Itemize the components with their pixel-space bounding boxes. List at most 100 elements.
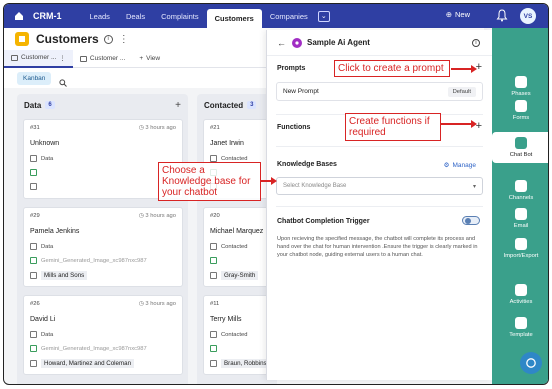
phases-icon: [515, 76, 527, 88]
home-icon[interactable]: [13, 10, 25, 22]
add-card-button[interactable]: +: [175, 100, 181, 111]
nav-tab-companies[interactable]: Companies: [262, 4, 316, 28]
select-placeholder: Select Knowledge Base: [283, 183, 347, 189]
card-status: Data: [30, 155, 53, 162]
building-icon: [30, 272, 37, 279]
nav-tab-complaints[interactable]: Complaints: [153, 4, 207, 28]
column-header: Contacted 3: [197, 94, 277, 116]
card-file: [30, 169, 37, 176]
forms-icon: [515, 100, 527, 112]
kebab-menu-icon[interactable]: ⋮: [59, 54, 66, 62]
plus-icon: +: [139, 55, 144, 62]
trigger-description: Upon recieving the specified message, th…: [277, 236, 478, 259]
card-name: Pamela Jenkins: [30, 228, 80, 235]
manage-link[interactable]: ⚙ Manage: [444, 161, 476, 170]
card-time: ◷ 3 hours ago: [138, 301, 176, 307]
tab-view-customers-1[interactable]: Customer ... ⋮: [4, 49, 73, 68]
card-name: David Li: [30, 316, 56, 323]
image-icon: [210, 257, 217, 264]
ai-agent-panel: ← Sample Ai Agent i Prompts + New Prompt…: [266, 30, 492, 380]
tab-view-customers-2[interactable]: Customer ...: [73, 50, 132, 68]
info-icon[interactable]: i: [472, 39, 480, 47]
search-icon[interactable]: [59, 74, 68, 87]
template-icon: [515, 317, 527, 329]
card-status: Contacted: [210, 331, 247, 338]
bell-icon[interactable]: [496, 9, 508, 22]
card-status: Contacted: [210, 155, 247, 162]
card-file[interactable]: Gemini_Generated_Image_xc987nxc987: [30, 345, 147, 352]
kanban-card[interactable]: #29 ◷ 3 hours ago Pamela Jenkins Data Ge…: [23, 207, 183, 287]
table-view-icon: [79, 55, 87, 62]
card-company: Mills and Sons: [30, 271, 88, 280]
building-icon: [30, 183, 37, 190]
card-name: Unknown: [30, 140, 60, 147]
sidebar-item-channels[interactable]: Channels: [492, 180, 548, 201]
sidebar-item-email[interactable]: Email: [492, 208, 548, 229]
kanban-card[interactable]: #26 ◷ 3 hours ago David Li Data Gemini_G…: [23, 295, 183, 375]
prompt-item[interactable]: New Prompt Default: [276, 82, 483, 101]
nav-tab-leads[interactable]: Leads: [82, 4, 118, 28]
panel-header: ← Sample Ai Agent i: [267, 30, 492, 56]
card-file[interactable]: Gemini_Generated_Image_xc987nxc987: [30, 257, 147, 264]
right-sidebar: Phases Forms Chat Bot Channels Email Imp…: [492, 28, 548, 384]
customers-icon: [15, 32, 29, 46]
sidebar-item-forms[interactable]: Forms: [492, 100, 548, 121]
avatar[interactable]: VS: [520, 8, 536, 24]
card-id: #31: [30, 125, 40, 131]
email-icon: [515, 208, 527, 220]
card-time: ◷ 3 hours ago: [138, 125, 176, 131]
image-icon: [210, 345, 217, 352]
divider: [276, 146, 483, 147]
image-icon: [30, 257, 37, 264]
tab-label: Customer ...: [89, 55, 126, 62]
add-view-button[interactable]: + View: [132, 50, 167, 68]
card-id: #11: [210, 301, 220, 307]
card-file: [210, 345, 217, 352]
kebab-menu-icon[interactable]: ⋮: [119, 34, 129, 45]
sidebar-item-import-export[interactable]: Import/Export: [492, 238, 548, 259]
chat-support-button[interactable]: [520, 352, 542, 374]
card-name: Terry Mills: [210, 316, 242, 323]
column-title: Data: [24, 100, 42, 110]
card-company: Gray-Smith: [210, 271, 259, 280]
chevron-down-icon[interactable]: ⌄: [317, 10, 330, 22]
card-id: #26: [30, 301, 40, 307]
status-icon: [30, 243, 37, 250]
sidebar-item-activities[interactable]: Activities: [492, 284, 548, 305]
card-id: #20: [210, 213, 220, 219]
sidebar-item-phases[interactable]: Phases: [492, 76, 548, 97]
building-icon: [210, 272, 217, 279]
nav-tab-deals[interactable]: Deals: [118, 4, 153, 28]
app-frame: CRM-1 Leads Deals Complaints Customers C…: [3, 3, 549, 385]
channels-icon: [515, 180, 527, 192]
page-title: Customers: [36, 32, 99, 46]
column-count-badge: 3: [247, 101, 257, 109]
tab-label: Customer ...: [21, 54, 57, 61]
card-company: Howard, Martinez and Coleman: [30, 359, 135, 368]
divider: [276, 206, 483, 207]
back-arrow-icon[interactable]: ←: [277, 38, 286, 48]
info-icon[interactable]: i: [103, 34, 113, 44]
card-company: Braun, Robbins: [210, 359, 270, 368]
new-button[interactable]: ⊕ New: [446, 10, 470, 19]
sidebar-item-chat-bot[interactable]: Chat Bot: [492, 132, 548, 163]
card-status: Contacted: [210, 243, 247, 250]
callout-knowledge-base: Choose a Knowledge base for your chatbot: [158, 162, 261, 201]
callout-functions: Create functions if required: [345, 113, 441, 141]
kanban-button[interactable]: Kanban: [17, 71, 52, 85]
trigger-toggle[interactable]: [462, 216, 480, 225]
card-file: [210, 257, 217, 264]
building-icon: [30, 360, 37, 367]
card-company: [30, 183, 37, 190]
building-icon: [210, 360, 217, 367]
knowledge-base-select[interactable]: Select Knowledge Base ▾: [276, 177, 483, 195]
status-icon: [210, 155, 217, 162]
app-title: CRM-1: [33, 11, 62, 21]
status-icon: [210, 243, 217, 250]
card-id: #29: [30, 213, 40, 219]
nav-tab-customers[interactable]: Customers: [206, 9, 262, 28]
card-status: Data: [30, 243, 53, 250]
sidebar-item-template[interactable]: Template: [492, 317, 548, 338]
kanban-column-data: Data 6 + #31 ◷ 3 hours ago Unknown Data …: [17, 94, 188, 384]
column-header: Data 6 +: [17, 94, 188, 116]
